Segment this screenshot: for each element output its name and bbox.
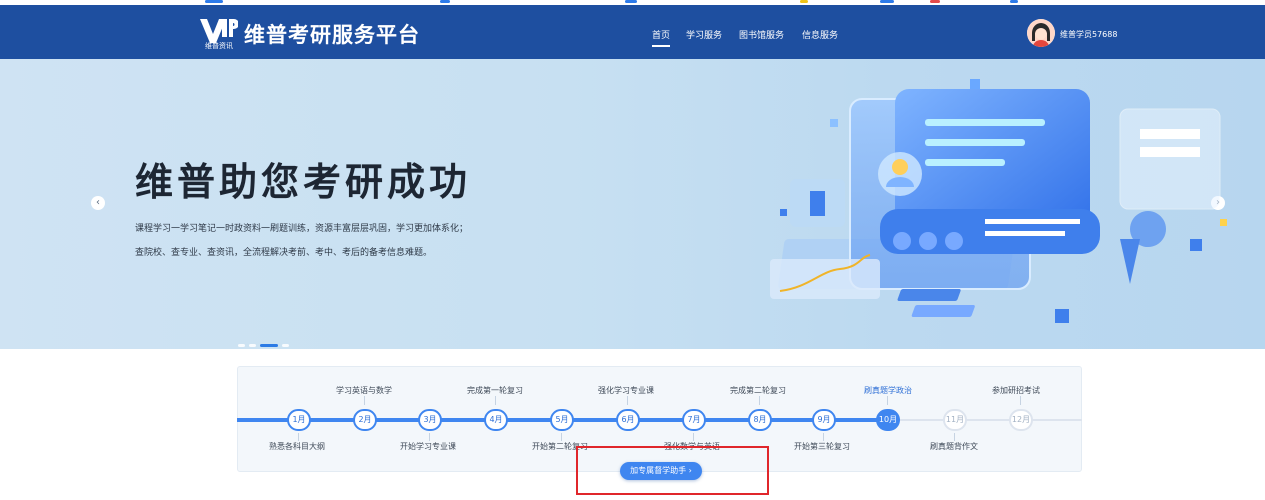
username-label[interactable]: 维普学员57688 [1060, 29, 1117, 40]
carousel-indicators [238, 335, 293, 349]
event-label-top-6: 参加研招考试 [990, 385, 1042, 396]
banner-desc-line-2: 查院校、查专业、查资讯，全流程解决考前、考中、考后的备考信息难题。 [135, 248, 433, 258]
event-label-bottom-1: 熟悉各科目大纲 [267, 441, 327, 452]
banner-headline: 维普助您考研成功 [135, 160, 472, 204]
month-node-4[interactable]: 4月 [484, 409, 508, 431]
month-node-7[interactable]: 7月 [682, 409, 706, 431]
user-avatar[interactable] [1027, 19, 1055, 47]
month-node-11[interactable]: 11月 [943, 409, 967, 431]
month-node-9[interactable]: 9月 [812, 409, 836, 431]
carousel-dot-2[interactable] [249, 344, 256, 347]
event-label-top-3: 强化学习专业课 [596, 385, 656, 396]
event-tick [887, 396, 888, 405]
event-label-bottom-6: 刷真题背作文 [928, 441, 980, 452]
nav-info-services[interactable]: 信息服务 [802, 28, 838, 41]
nav-study-services[interactable]: 学习服务 [686, 28, 722, 41]
event-label-top-2: 完成第一轮复习 [465, 385, 525, 396]
banner-desc-line-1: 课程学习一学习笔记一时政资料一刷题训练，资源丰富层层巩固，学习更加体系化； [135, 224, 469, 234]
month-node-1[interactable]: 1月 [287, 409, 311, 431]
top-header: 维普资讯 维普考研服务平台 首页 学习服务 图书馆服务 信息服务 维普学员576… [0, 5, 1265, 59]
event-label-top-5: 刷真题学政治 [862, 385, 914, 396]
month-node-3[interactable]: 3月 [418, 409, 442, 431]
event-tick [495, 396, 496, 405]
event-tick [1020, 396, 1021, 405]
study-illustration [770, 79, 1227, 323]
month-node-2[interactable]: 2月 [353, 409, 377, 431]
carousel-dot-4[interactable] [282, 344, 289, 347]
event-tick [364, 396, 365, 405]
hero-banner: 维普助您考研成功 课程学习一学习笔记一时政资料一刷题训练，资源丰富层层巩固，学习… [0, 59, 1265, 349]
timeline-remaining-line [887, 419, 1082, 421]
event-label-bottom-5: 开始第三轮复习 [792, 441, 852, 452]
event-label-top-4: 完成第二轮复习 [728, 385, 788, 396]
month-node-5[interactable]: 5月 [550, 409, 574, 431]
avatar-icon [1027, 19, 1055, 47]
month-node-6[interactable]: 6月 [616, 409, 640, 431]
event-label-bottom-2: 开始学习专业课 [398, 441, 458, 452]
carousel-dot-3[interactable] [260, 344, 278, 347]
nav-home[interactable]: 首页 [652, 28, 671, 47]
month-node-10[interactable]: 10月 [876, 409, 900, 431]
logo-subtitle: 维普资讯 [205, 42, 233, 50]
nav-library-services[interactable]: 图书馆服务 [739, 28, 784, 41]
event-tick [627, 396, 628, 405]
platform-title[interactable]: 维普考研服务平台 [244, 19, 420, 49]
event-tick [759, 396, 760, 405]
prev-slide-arrow[interactable]: ‹ [91, 196, 105, 210]
highlight-box [576, 446, 769, 495]
event-label-top-1: 学习英语与数学 [334, 385, 394, 396]
month-node-12[interactable]: 12月 [1009, 409, 1033, 431]
carousel-dot-1[interactable] [238, 344, 245, 347]
month-node-8[interactable]: 8月 [748, 409, 772, 431]
